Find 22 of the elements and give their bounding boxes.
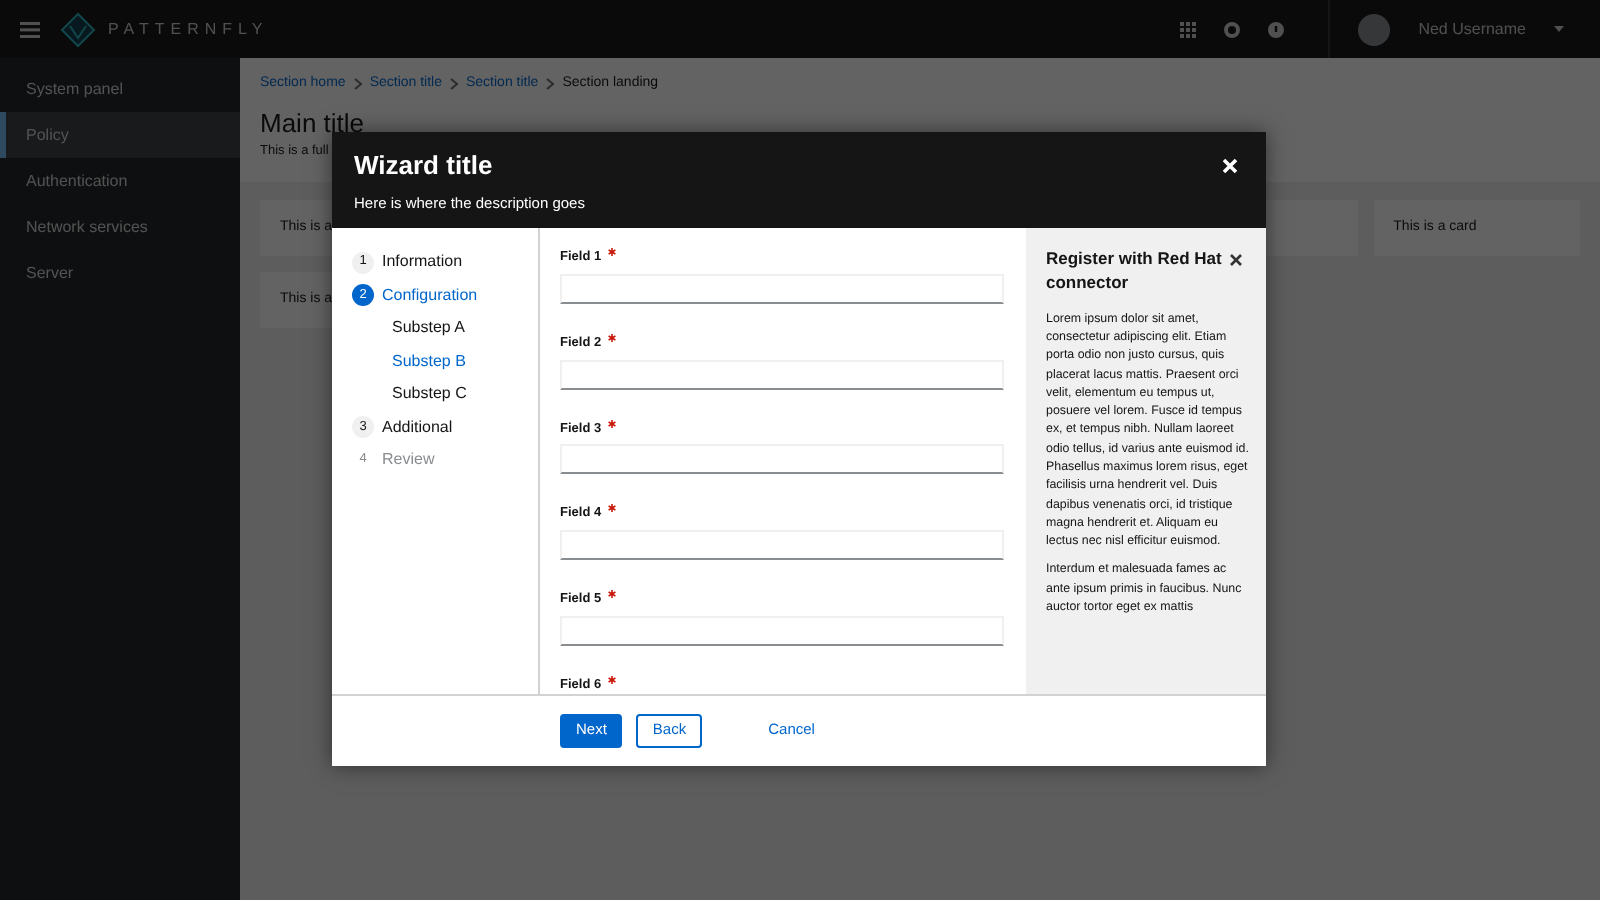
close-button[interactable]	[1222, 154, 1238, 178]
input-field[interactable]	[560, 444, 1004, 475]
drawer-title: Register with Red Hat connector	[1046, 246, 1224, 296]
input-field[interactable]	[560, 359, 1004, 389]
help-icon[interactable]	[1268, 21, 1285, 37]
settings-icon[interactable]	[1224, 21, 1241, 37]
page-title: Main title	[260, 107, 367, 139]
brand-name: PATTERNFLY	[108, 17, 269, 41]
caret-icon[interactable]	[1554, 26, 1564, 32]
chevron-icon	[546, 78, 555, 91]
wizard-substep[interactable]: Substep B	[352, 345, 518, 378]
avatar[interactable]	[1358, 13, 1391, 45]
input-field[interactable]	[560, 530, 1004, 560]
logo-icon	[60, 11, 96, 47]
input-field[interactable]	[560, 273, 1004, 304]
app-grid-icon[interactable]	[1180, 21, 1197, 37]
menu-icon[interactable]	[20, 21, 40, 37]
wizard-title: Wizard title	[354, 150, 493, 182]
chevron-icon	[450, 78, 458, 91]
input-field[interactable]	[560, 615, 1004, 646]
chevron-icon	[353, 78, 362, 91]
wizard-substep[interactable]: Substep C	[352, 378, 518, 411]
